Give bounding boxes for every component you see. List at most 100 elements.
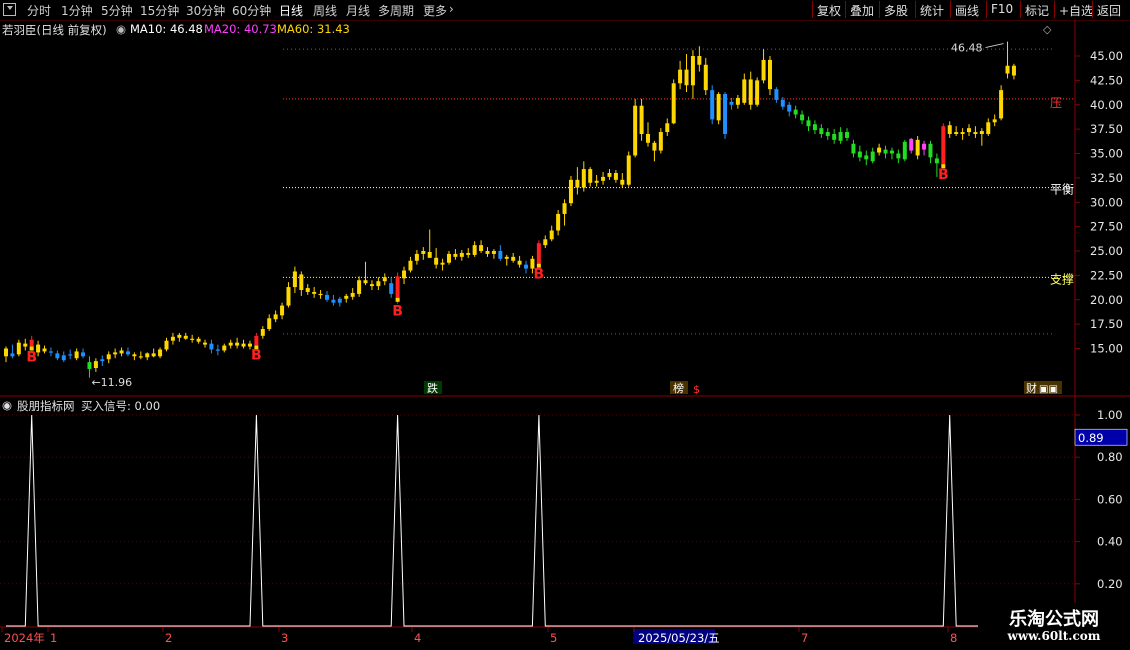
candle-body (222, 345, 227, 351)
price-tick-label: 45.00 (1090, 49, 1123, 63)
buy-mark: B (251, 348, 262, 364)
candle-body (613, 173, 618, 180)
candle-body (870, 151, 875, 162)
buy-signal-line (6, 414, 1027, 627)
back-button[interactable]: 返回 (1092, 1, 1125, 18)
candle-body (472, 245, 477, 255)
candle-body (601, 176, 606, 181)
candle-body (151, 353, 156, 357)
event-label-die: 跌 (427, 381, 438, 395)
x-axis-label: 2024年 (4, 631, 45, 645)
period-tab-30min[interactable]: 30分钟 (186, 2, 225, 19)
period-tab-more[interactable]: 更多 (423, 2, 447, 19)
diamond-icon: ◇ (1043, 23, 1052, 36)
mark-button[interactable]: 标记 (1020, 1, 1053, 18)
candle-body (793, 109, 798, 115)
candle-body (138, 356, 143, 358)
candle-body (915, 139, 920, 156)
candle-body (190, 338, 195, 340)
candle-body (883, 149, 888, 154)
candle-body (678, 69, 683, 84)
candle-body (81, 352, 86, 357)
candle-body (434, 257, 439, 265)
candle-body (665, 123, 670, 133)
add-watchlist-button[interactable]: +自选 (1054, 1, 1097, 18)
resistance-label: 压 (1050, 96, 1062, 110)
event-label-dollar: $ (693, 383, 700, 396)
candle-body (658, 132, 663, 151)
candle-body (536, 243, 541, 264)
candle-body (408, 260, 413, 271)
candle-body (626, 155, 631, 185)
fuquan-button[interactable]: 复权 (812, 1, 845, 18)
buy-mark: B (26, 349, 37, 365)
candle-body (260, 329, 265, 336)
f10-button[interactable]: F10 (986, 1, 1017, 18)
candle-body (498, 251, 503, 259)
candle-body (125, 351, 130, 355)
candle-body (973, 132, 978, 134)
candle-body (967, 128, 971, 133)
x-axis-label: 4 (414, 631, 421, 645)
candle-body (922, 143, 927, 150)
x-axis-label: 7 (801, 631, 808, 645)
candle-body (299, 274, 304, 290)
candle-body (697, 56, 702, 65)
candle-body (267, 318, 272, 329)
period-tab-multi[interactable]: 多周期 (378, 2, 414, 19)
buy-mark: B (392, 304, 403, 320)
candle-body (440, 262, 445, 265)
candle-body (55, 353, 60, 359)
candle-body (177, 334, 182, 338)
candle-body (164, 340, 169, 350)
high-price-pointer (985, 43, 1004, 49)
candle-body (209, 343, 214, 350)
candle-body (947, 125, 952, 134)
candle-body (427, 251, 432, 258)
candle-body (986, 122, 991, 134)
overlay-button[interactable]: 叠加 (845, 1, 878, 18)
period-tab-15min[interactable]: 15分钟 (140, 2, 179, 19)
x-axis-label: 8 (950, 631, 957, 645)
period-tab-weekly[interactable]: 周线 (313, 2, 337, 19)
candle-body (588, 169, 593, 183)
stats-button[interactable]: 统计 (915, 1, 948, 18)
candle-body (318, 293, 323, 296)
candle-body (183, 335, 188, 339)
candle-body (203, 342, 208, 345)
candle-body (960, 132, 965, 134)
candle-body (832, 134, 837, 140)
candle-body (504, 256, 509, 259)
indicator-tick-label: 1.00 (1097, 408, 1123, 422)
chart-canvas[interactable]: B B B B B 45.00 42.50 40.00 37.50 35.00 32.50 30.0… (0, 20, 1130, 650)
candle-body (382, 277, 387, 282)
dropdown-icon[interactable] (3, 3, 16, 16)
period-tab-60min[interactable]: 60分钟 (232, 2, 271, 19)
candle-body-lower (395, 297, 400, 302)
candle-body (575, 179, 580, 188)
candle-body (29, 339, 34, 347)
candle-body (357, 280, 362, 294)
price-tick-label: 27.50 (1090, 220, 1123, 234)
candle-body (68, 354, 73, 356)
period-tab-1min[interactable]: 1分钟 (61, 2, 93, 19)
candle-body (812, 124, 817, 131)
price-tick-label: 37.50 (1090, 122, 1123, 136)
x-axis-label: 3 (281, 631, 288, 645)
period-tab-fenshi[interactable]: 分时 (27, 2, 51, 19)
candle-body (767, 59, 772, 90)
candle-body (273, 314, 278, 320)
multi-stock-button[interactable]: 多股 (879, 1, 912, 18)
price-tick-label: 40.00 (1090, 98, 1123, 112)
candle-body (723, 94, 728, 134)
period-tab-daily[interactable]: 日线 (279, 2, 303, 19)
candle-body (941, 126, 946, 165)
candle-body (325, 294, 329, 300)
chevron-right-icon[interactable]: › (449, 2, 454, 16)
period-tab-5min[interactable]: 5分钟 (101, 2, 133, 19)
candle-body (292, 271, 297, 288)
candle-body (48, 351, 53, 353)
draw-button[interactable]: 画线 (950, 1, 983, 18)
candle-body (620, 179, 625, 185)
period-tab-monthly[interactable]: 月线 (346, 2, 370, 19)
